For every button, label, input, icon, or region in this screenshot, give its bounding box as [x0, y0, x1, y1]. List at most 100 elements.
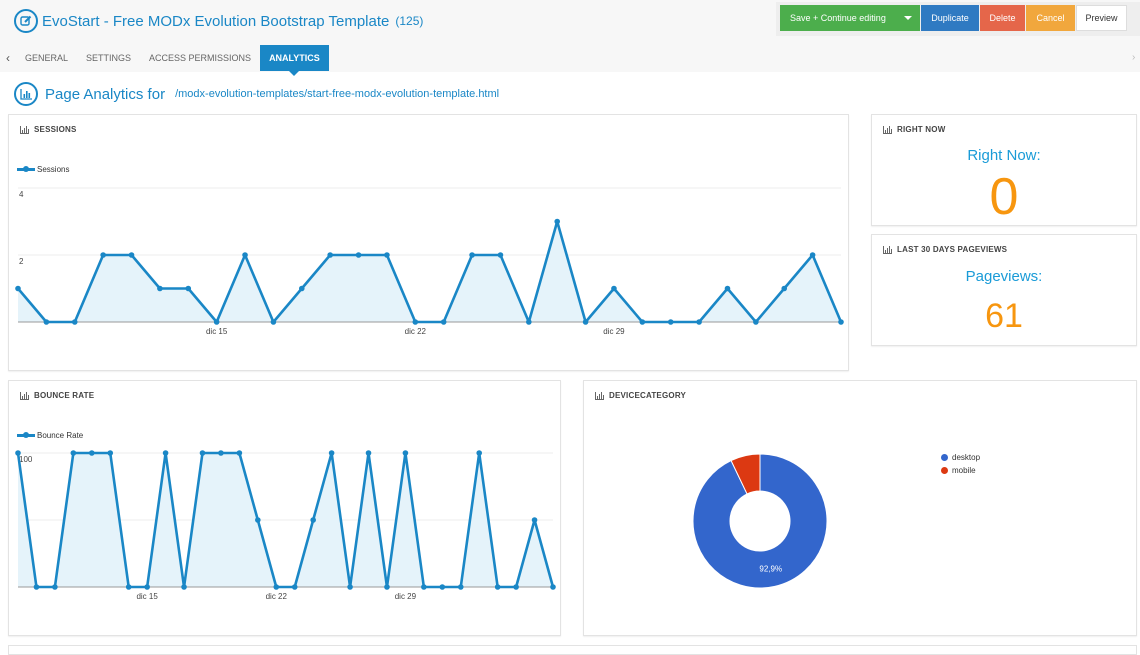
bounce-rate-chart[interactable]: 50100dic 15dic 22dic 29: [9, 381, 562, 637]
data-point[interactable]: [384, 252, 390, 258]
data-point[interactable]: [781, 285, 788, 292]
data-point[interactable]: [724, 285, 731, 292]
data-point[interactable]: [809, 252, 816, 258]
data-point[interactable]: [421, 584, 427, 590]
right-now-label: Right Now:: [967, 147, 1041, 164]
data-point[interactable]: [494, 584, 501, 590]
data-point[interactable]: [582, 319, 589, 325]
data-point[interactable]: [497, 252, 504, 258]
data-point[interactable]: [550, 584, 556, 590]
data-point[interactable]: [639, 319, 646, 325]
data-point[interactable]: [531, 517, 538, 523]
data-point[interactable]: [162, 450, 169, 456]
data-point[interactable]: [355, 252, 362, 258]
bar-chart-icon: [883, 125, 892, 134]
tab-prev-arrow-icon[interactable]: ‹: [0, 45, 16, 71]
legend-item-mobile[interactable]: mobile: [941, 464, 980, 477]
device-category-chart[interactable]: 92,9%: [584, 381, 1138, 637]
x-tick-label: dic 29: [395, 592, 417, 601]
data-point[interactable]: [213, 319, 220, 325]
data-point[interactable]: [43, 319, 50, 325]
data-point[interactable]: [412, 319, 419, 325]
right-now-panel: RIGHT NOW Right Now: 0: [871, 114, 1137, 226]
right-now-heading: RIGHT NOW: [883, 125, 945, 134]
save-continue-button[interactable]: Save + Continue editing: [780, 5, 920, 31]
top-bar: EvoStart - Free MODx Evolution Bootstrap…: [0, 0, 1140, 76]
data-point[interactable]: [33, 584, 40, 590]
document-title: EvoStart - Free MODx Evolution Bootstrap…: [14, 9, 423, 33]
data-point[interactable]: [181, 584, 187, 590]
preview-button[interactable]: Preview: [1076, 5, 1127, 31]
page-path-link[interactable]: /modx-evolution-templates/start-free-mod…: [175, 88, 499, 100]
data-point[interactable]: [270, 319, 277, 325]
duplicate-button[interactable]: Duplicate: [921, 5, 979, 31]
chevron-down-icon[interactable]: [904, 16, 912, 20]
data-point[interactable]: [402, 450, 409, 456]
data-point[interactable]: [526, 319, 532, 325]
y-tick-label: 4: [19, 190, 24, 199]
delete-button[interactable]: Delete: [980, 5, 1025, 31]
data-point[interactable]: [291, 584, 298, 590]
legend-item-desktop[interactable]: desktop: [941, 451, 980, 464]
data-point[interactable]: [199, 450, 206, 456]
data-point[interactable]: [70, 450, 77, 456]
data-point[interactable]: [157, 285, 163, 292]
data-point[interactable]: [255, 517, 261, 523]
data-point[interactable]: [753, 319, 759, 325]
data-point[interactable]: [513, 584, 519, 590]
data-point[interactable]: [440, 319, 447, 325]
data-point[interactable]: [107, 450, 114, 456]
data-point[interactable]: [469, 252, 475, 258]
cancel-button[interactable]: Cancel: [1026, 5, 1075, 31]
sessions-chart[interactable]: 2 4 dic 15 dic 22 dic 29: [9, 115, 850, 372]
series-area: [18, 221, 841, 322]
data-point[interactable]: [384, 584, 390, 590]
data-point[interactable]: [15, 450, 21, 456]
data-point[interactable]: [273, 584, 280, 590]
data-point[interactable]: [310, 517, 316, 523]
device-legend: desktop mobile: [941, 451, 980, 477]
data-point[interactable]: [476, 450, 483, 456]
data-point[interactable]: [71, 319, 78, 325]
tab-settings[interactable]: SETTINGS: [77, 45, 140, 71]
document-title-text: EvoStart - Free MODx Evolution Bootstrap…: [42, 12, 390, 30]
data-point[interactable]: [144, 584, 150, 590]
tab-next-arrow-icon[interactable]: ›: [1132, 52, 1135, 63]
data-point[interactable]: [439, 584, 446, 590]
data-point[interactable]: [15, 285, 21, 292]
x-tick-label: dic 22: [405, 327, 427, 336]
x-tick-label: dic 29: [603, 327, 625, 336]
data-point[interactable]: [328, 450, 335, 456]
tab-general[interactable]: GENERAL: [16, 45, 77, 71]
desktop-dot-icon: [941, 454, 948, 461]
data-point[interactable]: [327, 252, 333, 258]
data-point[interactable]: [298, 285, 305, 292]
data-point[interactable]: [667, 319, 674, 325]
data-point[interactable]: [554, 218, 561, 225]
tab-access-permissions[interactable]: ACCESS PERMISSIONS: [140, 45, 260, 71]
data-point[interactable]: [236, 450, 243, 456]
data-point[interactable]: [457, 584, 464, 590]
data-point[interactable]: [611, 285, 617, 292]
data-point[interactable]: [185, 285, 192, 292]
pageviews-panel: LAST 30 DAYS PAGEVIEWS Pageviews: 61: [871, 234, 1137, 346]
y-tick-label: 100: [19, 455, 33, 464]
data-point[interactable]: [52, 584, 58, 590]
data-point[interactable]: [242, 252, 248, 258]
data-point[interactable]: [100, 252, 106, 258]
data-point[interactable]: [125, 584, 132, 590]
tab-analytics[interactable]: ANALYTICS: [260, 45, 329, 76]
pageviews-heading-text: LAST 30 DAYS PAGEVIEWS: [897, 245, 1008, 254]
data-point[interactable]: [218, 450, 224, 456]
save-label: Save + Continue editing: [790, 13, 886, 23]
data-point[interactable]: [696, 319, 702, 325]
device-category-panel: DEVICECATEGORY 92,9% desktop mobile: [583, 380, 1137, 636]
data-point[interactable]: [347, 584, 353, 590]
data-point[interactable]: [838, 319, 844, 325]
data-point[interactable]: [88, 450, 95, 456]
pie-slice-label: 92,9%: [759, 564, 782, 573]
y-tick-label: 2: [19, 257, 24, 266]
data-point[interactable]: [365, 450, 372, 456]
legend-mobile-label: mobile: [952, 466, 976, 475]
data-point[interactable]: [128, 252, 135, 258]
